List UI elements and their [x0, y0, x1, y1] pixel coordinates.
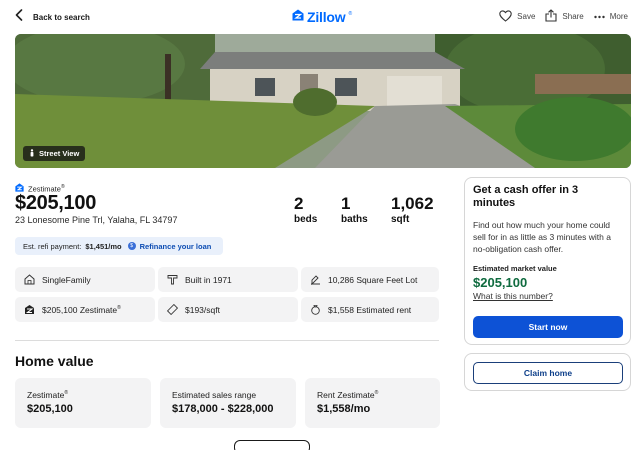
- market-value: $205,100: [473, 275, 528, 290]
- fact-price-per-sqft: $193/sqft: [158, 297, 298, 322]
- home-value-card-value: $205,100: [27, 403, 73, 415]
- baths-value: 1: [341, 194, 351, 213]
- sqft-label: sqft: [391, 214, 410, 225]
- home-value-card-label: Rent Zestimate: [317, 390, 375, 400]
- more-button[interactable]: More: [594, 12, 628, 21]
- what-is-this-number-link[interactable]: What is this number?: [473, 291, 622, 301]
- house-photo-image: [15, 34, 631, 168]
- more-label: More: [609, 12, 628, 21]
- share-icon: [545, 9, 557, 24]
- beds-value: 2: [294, 194, 304, 213]
- street-view-person-icon: [29, 148, 35, 159]
- home-value-card-registered: ®: [64, 390, 69, 397]
- home-value-card-rent-zestimate: Rent Zestimate® $1,558/mo: [305, 378, 440, 428]
- header-actions: Save Share More: [499, 9, 628, 24]
- claim-home-button[interactable]: Claim home: [473, 362, 623, 384]
- baths-label: baths: [341, 214, 368, 225]
- fact-zestimate-text: $205,100 Zestimate: [42, 304, 118, 315]
- fact-home-type-text: SingleFamily: [42, 274, 91, 285]
- address: 23 Lonesome Pine Trl, Yalaha, FL 34797: [15, 215, 178, 225]
- sqft-stat: 1,062 sqft: [391, 194, 434, 226]
- fact-zestimate: $205,100 Zestimate®: [15, 297, 155, 322]
- share-button[interactable]: Share: [545, 9, 584, 24]
- home-value-card-value: $1,558/mo: [317, 403, 371, 415]
- refinance-link[interactable]: Refinance your loan: [140, 242, 212, 251]
- cash-offer-title: Get a cash offer in 3 minutes: [473, 184, 579, 209]
- zillow-z-icon: [23, 304, 35, 316]
- share-label: Share: [562, 12, 584, 21]
- beds-label: beds: [294, 214, 318, 225]
- beds-stat: 2 beds: [294, 194, 317, 226]
- home-value-title: Home value: [15, 353, 94, 369]
- refi-label: Est. refi payment:: [23, 241, 82, 251]
- price: $205,100: [15, 192, 97, 214]
- chevron-left-icon: [15, 8, 23, 26]
- fact-estimated-rent-text: $1,558 Estimated rent: [328, 304, 412, 315]
- home-value-card-label: Estimated sales range: [172, 390, 257, 400]
- heart-icon: [499, 9, 512, 24]
- fact-estimated-rent: $1,558 Estimated rent: [301, 297, 439, 322]
- back-to-search-button[interactable]: Back to search: [15, 8, 90, 26]
- zestimate-registered: ®: [60, 183, 65, 190]
- home-value-card-registered: ®: [374, 390, 379, 397]
- save-button[interactable]: Save: [499, 9, 536, 24]
- street-view-label: Street View: [39, 149, 80, 158]
- home-value-card-label: Zestimate: [27, 390, 65, 400]
- house-icon: [23, 274, 35, 286]
- cash-offer-card: Get a cash offer in 3 minutes Find out h…: [464, 177, 631, 345]
- home-value-card-value: $178,000 - $228,000: [172, 403, 274, 415]
- zillow-logo-text: Zillow: [307, 9, 346, 25]
- fact-price-per-sqft-text: $193/sqft: [185, 304, 220, 315]
- sqft-value: 1,062: [391, 194, 434, 213]
- money-bag-icon: [309, 304, 321, 316]
- home-value-card-sales-range: Estimated sales range $178,000 - $228,00…: [160, 378, 296, 428]
- lot-size-icon: [309, 274, 321, 286]
- cut-off-outline-button[interactable]: [234, 440, 310, 450]
- baths-stat: 1 baths: [341, 194, 368, 226]
- market-value-label: Estimated market value: [473, 264, 557, 273]
- fact-lot-size: 10,286 Square Feet Lot: [301, 267, 439, 292]
- more-dots-icon: [594, 12, 605, 21]
- fact-lot-size-text: 10,286 Square Feet Lot: [328, 274, 418, 285]
- refi-amount: $1,451/mo: [85, 241, 122, 251]
- claim-home-card: Claim home: [464, 353, 631, 391]
- fact-year-built: Built in 1971: [158, 267, 298, 292]
- zillow-logo-registered: ®: [348, 11, 353, 17]
- refi-payment-strip: Est. refi payment: $1,451/mo $ Refinance…: [15, 237, 223, 255]
- start-now-button[interactable]: Start now: [473, 316, 623, 338]
- fact-zestimate-registered: ®: [117, 304, 121, 311]
- cash-offer-description: Find out how much your home could sell f…: [473, 220, 611, 254]
- fact-year-built-text: Built in 1971: [185, 274, 232, 285]
- zillow-logo[interactable]: Zillow ®: [292, 8, 352, 26]
- property-photo[interactable]: [15, 34, 631, 168]
- back-to-search-label: Back to search: [33, 12, 90, 22]
- top-bar: Back to search Zillow ® Save Share More: [0, 0, 640, 32]
- home-value-card-zestimate: Zestimate® $205,100: [15, 378, 151, 428]
- ruler-icon: [166, 304, 178, 316]
- dollar-icon: $: [127, 242, 136, 250]
- fact-home-type: SingleFamily: [15, 267, 155, 292]
- hammer-icon: [166, 274, 178, 286]
- street-view-button[interactable]: Street View: [23, 146, 86, 161]
- section-divider: [15, 340, 439, 341]
- zillow-house-icon: [292, 8, 304, 26]
- save-label: Save: [517, 12, 536, 21]
